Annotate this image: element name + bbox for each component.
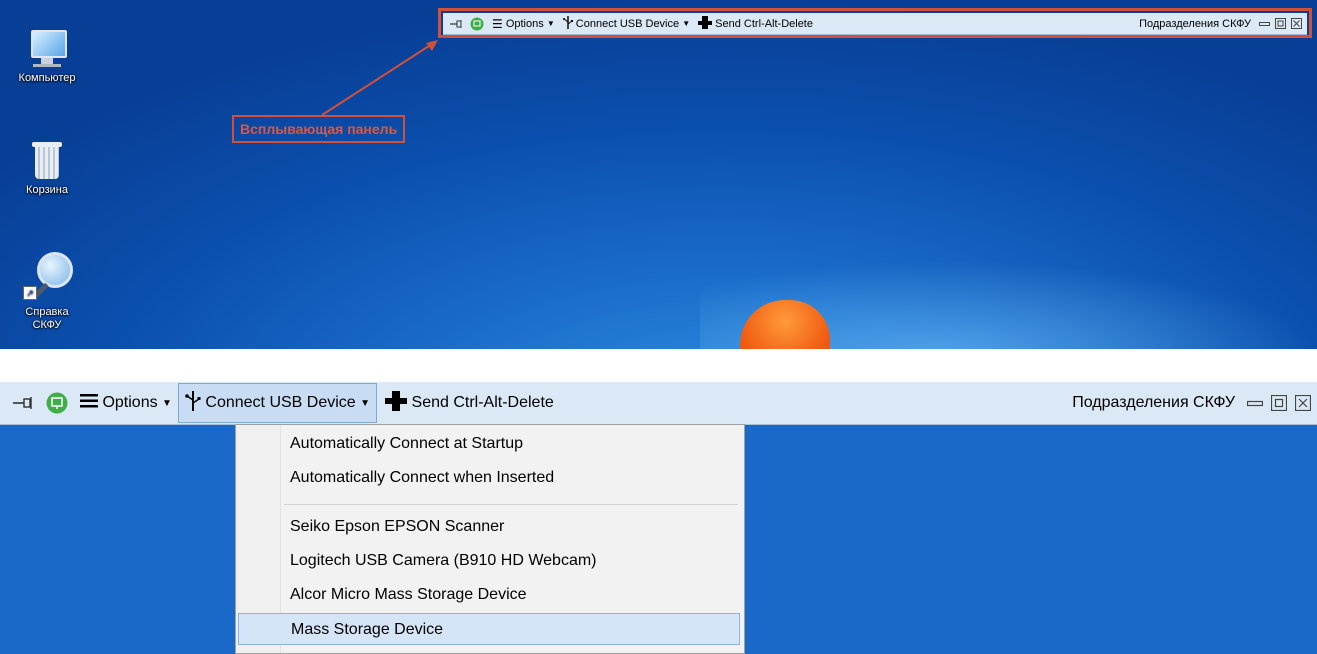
connect-usb-label: Connect USB Device	[205, 394, 356, 411]
connect-usb-menu[interactable]: Connect USB Device ▼	[177, 383, 378, 423]
close-icon[interactable]	[1295, 395, 1311, 411]
chevron-down-icon: ▼	[162, 397, 172, 409]
menu-item-logitech-camera[interactable]: Logitech USB Camera (B910 HD Webcam)	[280, 545, 740, 577]
chevron-down-icon: ▼	[360, 397, 371, 409]
pin-icon[interactable]	[449, 19, 463, 29]
floating-toolbar: ☰ Options ▼ Connect USB Device ▼ Send Ct…	[443, 13, 1307, 35]
connection-status-icon[interactable]	[470, 17, 484, 31]
usb-device-menu: Automatically Connect at Startup Automat…	[235, 424, 745, 654]
desktop-icon-label: Компьютер	[18, 72, 76, 84]
computer-icon	[27, 28, 67, 68]
keyboard-plug-icon	[385, 390, 408, 416]
usb-icon	[185, 390, 201, 416]
restore-icon[interactable]	[1271, 395, 1287, 411]
chevron-down-icon: ▼	[682, 19, 691, 28]
floating-toolbar-zoomed: Options ▼ Connect USB Device ▼ Send Ctrl…	[0, 382, 1317, 425]
zoomed-toolbar-view: Options ▼ Connect USB Device ▼ Send Ctrl…	[0, 382, 1317, 654]
menu-item-auto-connect-inserted[interactable]: Automatically Connect when Inserted	[280, 462, 740, 494]
options-menu[interactable]: ☰ Options ▼	[492, 17, 555, 31]
window-title: Подразделения СКФУ	[1072, 394, 1235, 411]
desktop-icon-label: Справка СКФУ	[25, 306, 69, 331]
menu-separator	[284, 504, 738, 505]
desktop-icon-recycle-bin[interactable]: Корзина	[7, 140, 87, 197]
recycle-bin-icon	[32, 140, 62, 180]
menu-item-auto-connect-startup[interactable]: Automatically Connect at Startup	[280, 428, 740, 460]
options-label: Options	[505, 17, 544, 30]
chevron-down-icon: ▼	[546, 19, 555, 28]
menu-item-mass-storage[interactable]: Mass Storage Device	[238, 613, 740, 645]
cad-label: Send Ctrl-Alt-Delete	[715, 17, 813, 30]
cad-label: Send Ctrl-Alt-Delete	[411, 394, 554, 411]
desktop-icon-computer[interactable]: Компьютер	[7, 28, 87, 85]
minimize-icon[interactable]	[1247, 398, 1263, 408]
desktop-overview: Компьютер Корзина ↗ Справка СКФУ ☰ Optio…	[0, 0, 1317, 349]
connect-usb-label: Connect USB Device	[575, 17, 680, 30]
desktop-icon-label: Корзина	[26, 184, 68, 196]
keyboard-plug-icon	[698, 15, 713, 32]
connect-usb-menu[interactable]: Connect USB Device ▼	[562, 15, 691, 32]
pin-icon[interactable]	[12, 396, 34, 410]
connection-status-icon[interactable]	[46, 392, 68, 414]
callout-label: Всплывающая панель	[232, 115, 406, 143]
send-ctrl-alt-delete-button[interactable]: Send Ctrl-Alt-Delete	[385, 390, 554, 416]
magnifier-shortcut-icon: ↗	[23, 252, 73, 302]
restore-icon[interactable]	[1275, 18, 1286, 29]
menu-item-epson-scanner[interactable]: Seiko Epson EPSON Scanner	[280, 511, 740, 543]
usb-icon	[562, 15, 573, 32]
options-menu[interactable]: Options ▼	[80, 393, 172, 413]
hamburger-icon	[80, 393, 98, 413]
close-icon[interactable]	[1291, 18, 1302, 29]
floating-toolbar-highlight: ☰ Options ▼ Connect USB Device ▼ Send Ct…	[438, 8, 1312, 38]
options-label: Options	[102, 394, 158, 411]
minimize-icon[interactable]	[1259, 20, 1270, 28]
hamburger-icon: ☰	[492, 16, 503, 31]
send-ctrl-alt-delete-button[interactable]: Send Ctrl-Alt-Delete	[698, 15, 813, 32]
menu-item-alcor-storage[interactable]: Alcor Micro Mass Storage Device	[280, 579, 740, 611]
window-title: Подразделения СКФУ	[1139, 17, 1251, 30]
desktop-icon-help[interactable]: ↗ Справка СКФУ	[7, 252, 87, 332]
